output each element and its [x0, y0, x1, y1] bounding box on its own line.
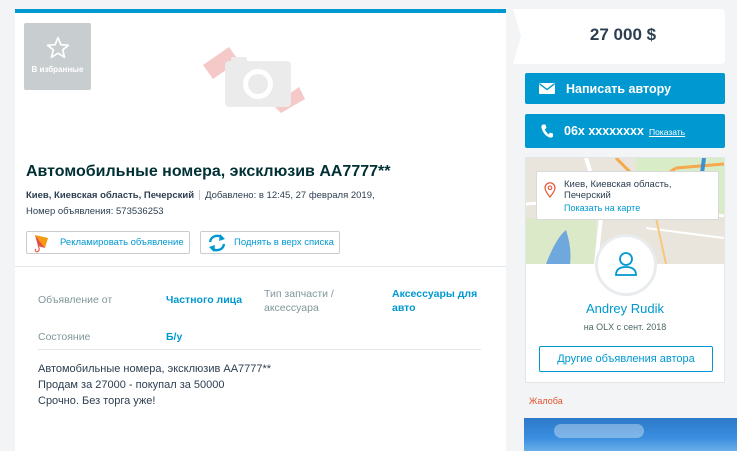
seller-name[interactable]: Andrey Rudik — [526, 301, 724, 316]
star-icon — [46, 36, 69, 59]
seller-card: Киев, Киевская область, Печерский Показа… — [525, 157, 725, 383]
show-phone-link[interactable]: Показать — [649, 127, 685, 137]
ad-meta: Киев, Киевская область, Печерский Добавле… — [26, 190, 375, 201]
user-icon — [615, 252, 637, 276]
message-author-label: Написать автору — [566, 81, 672, 96]
prop-value-part-type[interactable]: Аксессуары для авто — [392, 287, 477, 315]
prop-label-offer-from: Объявление от — [38, 294, 113, 306]
description-line: Срочно. Без торга уже! — [38, 395, 156, 407]
map-pin-icon — [544, 182, 556, 198]
map-address-line2: Печерский — [564, 190, 611, 201]
photo-placeholder-icon — [203, 47, 305, 113]
phone-number: 06x xxxxxxxx — [564, 124, 644, 138]
favorites-label: В избранные — [31, 65, 84, 74]
promote-ad-button[interactable]: Рекламировать объявление — [26, 231, 190, 254]
refresh-arrows-icon — [208, 233, 226, 252]
prop-value-part-type-line1: Аксессуары для — [392, 288, 478, 300]
envelope-icon — [539, 83, 555, 94]
ad-description: Автомобильные номера, эксклюзив АА7777**… — [38, 361, 271, 409]
meta-separator — [199, 190, 201, 201]
description-line: Автомобильные номера, эксклюзив АА7777** — [38, 363, 272, 375]
avatar[interactable] — [595, 234, 657, 296]
prop-value-offer-from[interactable]: Частного лица — [166, 293, 242, 307]
prop-label-part-type-line1: Тип запчасти / — [264, 288, 334, 300]
ad-added-date: Добавлено: в 12:45, 27 февраля 2019, — [205, 190, 375, 201]
raise-ad-button[interactable]: Поднять в верх списка — [200, 231, 340, 254]
ad-number: Номер объявления: 573536253 — [26, 206, 164, 217]
section-divider — [15, 266, 506, 267]
ad-location: Киев, Киевская область, Печерский — [26, 190, 195, 201]
add-to-favorites-button[interactable]: В избранные — [24, 23, 91, 90]
prop-label-part-type: Тип запчасти / аксессуара — [264, 287, 334, 315]
map-address-line1: Киев, Киевская область, — [564, 179, 672, 190]
prop-value-condition[interactable]: Б/у — [166, 330, 182, 344]
prop-label-condition: Состояние — [38, 331, 91, 343]
message-author-button[interactable]: Написать автору — [525, 73, 725, 104]
show-on-map-link[interactable]: Показать на карте — [564, 203, 640, 213]
prop-value-part-type-line2: авто — [392, 302, 416, 314]
description-line: Продам за 27000 - покупал за 50000 — [38, 379, 225, 391]
raise-ad-label: Поднять в верх списка — [234, 237, 334, 248]
kite-icon — [34, 234, 48, 253]
price-tag: 27 000 $ — [509, 9, 725, 64]
promote-ad-label: Рекламировать объявление — [60, 237, 184, 248]
map-address: Киев, Киевская область, Печерский — [564, 179, 672, 201]
props-divider — [38, 349, 481, 350]
map-popup: Киев, Киевская область, Печерский Показа… — [536, 171, 719, 220]
phone-button[interactable]: 06x xxxxxxxx Показать — [525, 114, 725, 148]
ad-title: Автомобильные номера, эксклюзив АА7777** — [26, 163, 391, 180]
banner-cloud — [554, 424, 644, 438]
ad-banner[interactable] — [524, 418, 737, 451]
other-ads-button[interactable]: Другие объявления автора — [539, 346, 713, 372]
ad-card: В избранные Автомобильные номера, эксклю… — [15, 9, 506, 451]
seller-since: на OLX с сент. 2018 — [583, 322, 667, 332]
complain-link[interactable]: Жалоба — [529, 396, 563, 406]
phone-icon — [541, 124, 553, 138]
prop-label-part-type-line2: аксессуара — [264, 302, 319, 314]
price-value: 27 000 $ — [589, 25, 657, 44]
